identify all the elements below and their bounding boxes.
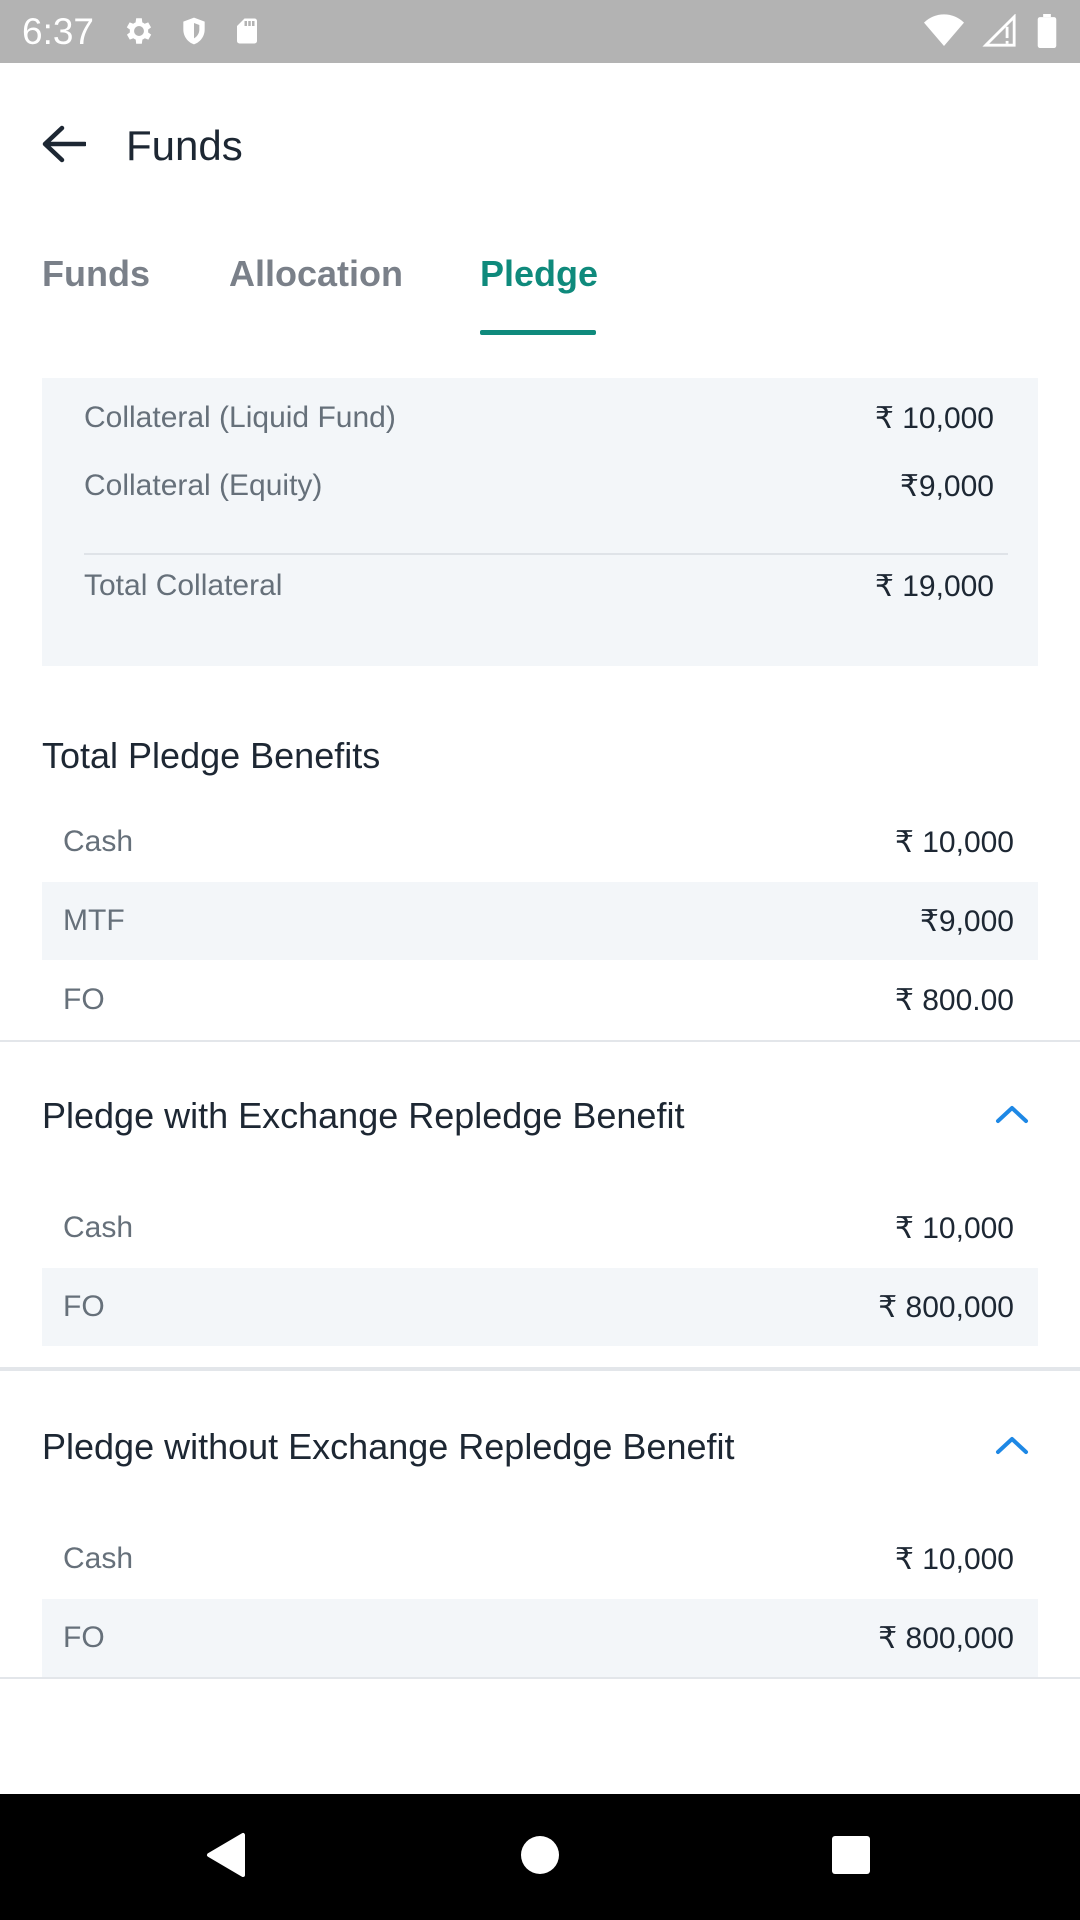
collateral-equity-row: Collateral (Equity) ₹9,000 [84, 466, 994, 506]
row-label: FO [63, 1621, 105, 1654]
status-icons-left [122, 14, 262, 48]
gear-icon [122, 14, 156, 48]
row-label: Cash [63, 1542, 134, 1575]
nav-home-button[interactable] [513, 1830, 567, 1884]
row-label: MTF [63, 904, 125, 937]
divider [0, 1040, 1080, 1042]
list-item: Cash ₹ 10,000 [42, 803, 1038, 881]
divider [0, 1367, 1080, 1371]
list-item: Cash ₹ 10,000 [42, 1189, 1038, 1267]
app-bar: Funds [0, 63, 1080, 223]
list-item: MTF ₹9,000 [42, 882, 1038, 960]
divider [84, 553, 1008, 555]
page-title: Funds [126, 122, 243, 169]
tab-bar: Funds Allocation Pledge [0, 238, 1080, 338]
row-label: Total Collateral [84, 569, 283, 602]
row-label: Collateral (Liquid Fund) [84, 401, 396, 434]
row-value: ₹ 10,000 [894, 1542, 1014, 1576]
collateral-liquid-fund-row: Collateral (Liquid Fund) ₹ 10,000 [84, 398, 994, 438]
row-label: Cash [63, 1211, 134, 1244]
chevron-up-icon [995, 1434, 1029, 1461]
chevron-up-icon [995, 1103, 1029, 1130]
row-label: FO [63, 983, 105, 1016]
row-value: ₹ 800,000 [878, 1290, 1014, 1324]
divider [0, 1677, 1080, 1679]
row-value: ₹ 10,000 [874, 401, 994, 435]
row-value: ₹ 10,000 [894, 1211, 1014, 1245]
list-item: FO ₹ 800,000 [42, 1599, 1038, 1677]
shield-icon [178, 14, 210, 48]
row-value: ₹ 10,000 [894, 825, 1014, 859]
sd-card-icon [232, 14, 262, 48]
square-recents-icon [831, 1835, 871, 1880]
row-label: Collateral (Equity) [84, 469, 323, 502]
nav-back-button[interactable] [198, 1830, 252, 1884]
row-value: ₹ 800,000 [878, 1621, 1014, 1655]
status-time: 6:37 [22, 11, 95, 52]
tab-allocation[interactable]: Allocation [229, 252, 403, 296]
tab-pledge[interactable]: Pledge [480, 252, 598, 296]
total-collateral-row: Total Collateral ₹ 19,000 [84, 566, 994, 606]
row-label: FO [63, 1290, 105, 1323]
circle-home-icon [520, 1835, 560, 1880]
wifi-icon [924, 14, 964, 48]
without-repledge-title: Pledge without Exchange Repledge Benefit [42, 1426, 735, 1467]
battery-icon [1036, 14, 1058, 48]
triangle-back-icon [203, 1831, 247, 1884]
row-label: Cash [63, 825, 134, 858]
collapse-with-repledge-button[interactable] [992, 1096, 1032, 1136]
with-repledge-title: Pledge with Exchange Repledge Benefit [42, 1095, 685, 1136]
list-item: FO ₹ 800,000 [42, 1268, 1038, 1346]
nav-recents-button[interactable] [824, 1830, 878, 1884]
status-bar: 6:37 [0, 0, 1080, 63]
row-value: ₹ 19,000 [874, 569, 994, 603]
system-navigation-bar [0, 1794, 1080, 1920]
list-item: FO ₹ 800.00 [42, 961, 1038, 1039]
back-button[interactable] [36, 119, 90, 173]
arrow-left-icon [40, 124, 88, 169]
collateral-summary-card: Collateral (Liquid Fund) ₹ 10,000 Collat… [42, 378, 1038, 666]
row-value: ₹9,000 [919, 904, 1014, 938]
active-tab-indicator [480, 330, 596, 335]
row-value: ₹ 800.00 [894, 983, 1014, 1017]
signal-icon [982, 14, 1018, 48]
status-icons-right [924, 14, 1058, 48]
collapse-without-repledge-button[interactable] [992, 1427, 1032, 1467]
total-pledge-benefits-title: Total Pledge Benefits [42, 735, 381, 776]
tab-funds[interactable]: Funds [42, 252, 150, 296]
list-item: Cash ₹ 10,000 [42, 1520, 1038, 1598]
row-value: ₹9,000 [899, 469, 994, 503]
